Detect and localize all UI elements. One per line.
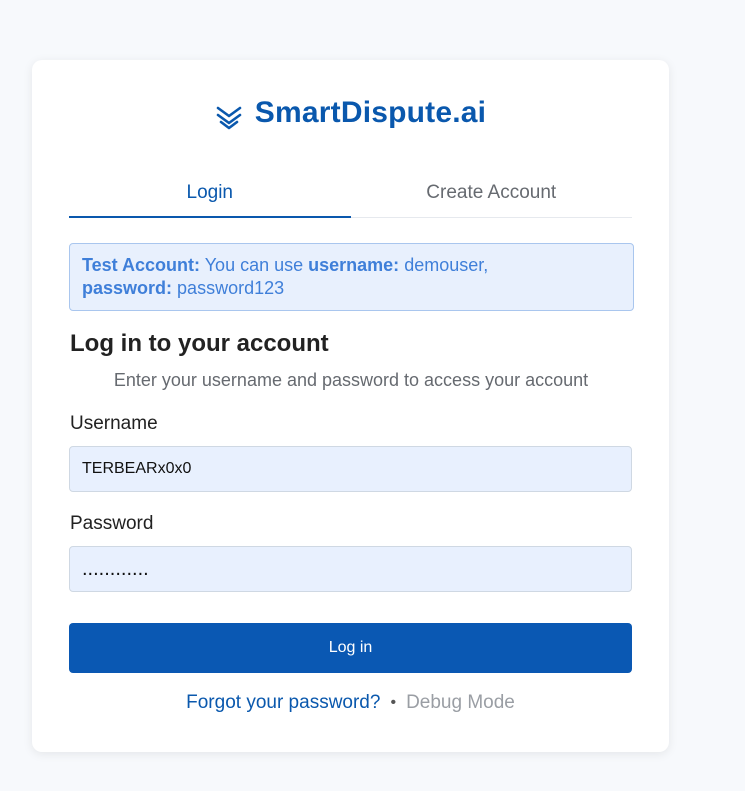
notice-title: Test Account: [82,255,201,275]
notice-username-label: username: [308,255,400,275]
separator-dot: • [390,694,397,711]
notice-text: You can use [204,255,304,275]
username-label: Username [70,413,158,434]
password-label: Password [70,513,154,534]
tab-create-account[interactable]: Create Account [351,168,633,217]
password-input[interactable] [69,546,632,592]
auth-tabs: Login Create Account [69,168,632,218]
tab-login[interactable]: Login [69,168,351,218]
double-chevron-down-icon [215,102,243,130]
footer-links: Forgot your password? • Debug Mode [32,692,669,714]
debug-mode-link[interactable]: Debug Mode [406,692,515,714]
notice-password-label: password: [82,278,173,298]
login-button[interactable]: Log in [69,623,632,673]
notice-password-value: password123 [177,278,285,298]
brand-header: SmartDispute.ai [32,96,669,130]
test-account-notice: Test Account: You can use username: demo… [69,243,634,311]
login-card: SmartDispute.ai Login Create Account Tes… [32,60,669,752]
notice-username-value: demouser, [404,255,489,275]
form-heading: Log in to your account [70,330,329,357]
brand-name: SmartDispute.ai [254,96,487,129]
form-subheading: Enter your username and password to acce… [113,370,589,390]
username-input[interactable] [69,446,632,492]
forgot-password-link[interactable]: Forgot your password? [186,692,380,714]
